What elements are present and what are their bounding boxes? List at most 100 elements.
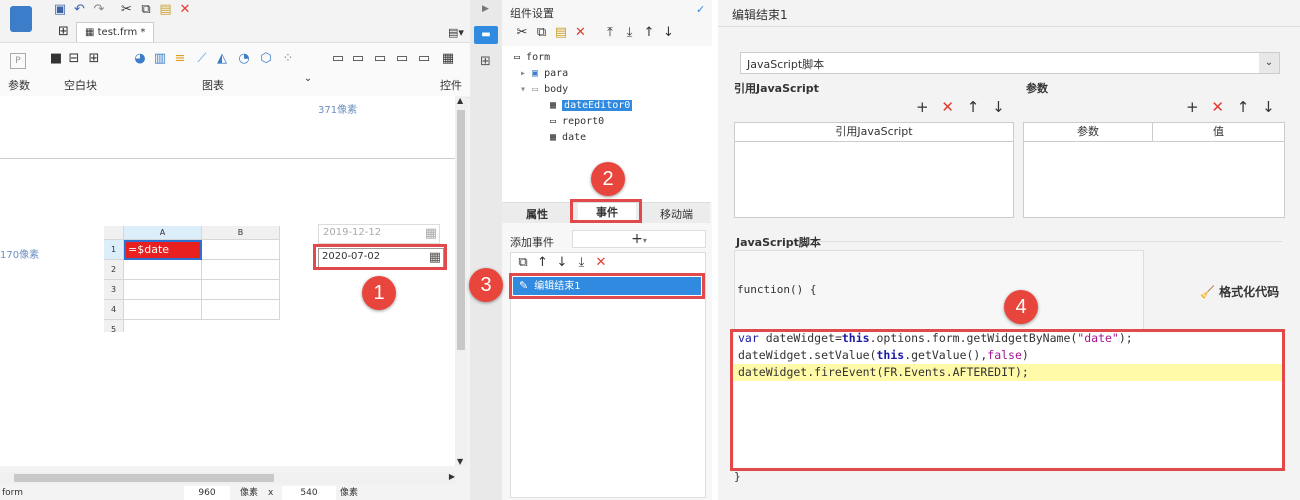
tab-mobile[interactable]: 移动端 [660,206,693,222]
widget-text-icon[interactable]: ▭ [350,51,366,67]
layout-panel-icon[interactable]: ⊞ [480,54,491,69]
cell-a2[interactable] [124,260,202,280]
file-tab[interactable]: ▦ test.frm * [76,22,155,43]
delete-icon[interactable]: ✕ [941,98,954,116]
cell-b1[interactable] [202,240,280,260]
widget-button-icon[interactable]: ▭ [330,51,346,67]
collapse-icon[interactable]: ▾ [520,84,532,95]
move-down-icon[interactable]: ↓ [1262,98,1275,116]
move-up-icon[interactable]: ↑ [1237,98,1250,116]
copy-icon[interactable]: ⧉ [534,25,550,41]
chevron-down-icon[interactable]: ⌄ [1259,53,1279,73]
move-up-icon[interactable]: ↑ [641,25,657,41]
column-chart-icon[interactable]: ≡ [172,51,188,67]
grid-row-4[interactable]: 4 [104,300,124,320]
delete-icon[interactable]: ✕ [1211,98,1224,116]
add-icon[interactable]: + [1186,98,1199,116]
pin-icon[interactable]: ✓ [696,3,705,16]
collapse-arrow-icon[interactable]: ▶ [482,4,489,14]
paste-icon[interactable]: ▤ [158,2,174,18]
expand-icon[interactable]: ▸ [520,68,532,79]
tab-properties[interactable]: 属性 [526,206,548,222]
scroll-thumb-horizontal[interactable] [14,474,274,482]
app-logo-icon[interactable] [10,6,32,32]
delete-icon[interactable]: ✕ [177,2,193,18]
script-type-select[interactable]: JavaScript脚本 ⌄ [740,52,1280,74]
params-table[interactable]: 参数 值 [1023,122,1285,218]
vertical-scrollbar[interactable]: ▲ ▼ [455,96,467,466]
grid-row-3[interactable]: 3 [104,280,124,300]
delete-icon[interactable]: ✕ [573,25,589,41]
add-event-dropdown[interactable]: +▾ [572,230,706,248]
area-chart-icon[interactable]: ◭ [214,51,230,67]
widget-calendar-icon[interactable]: ▦ [440,51,456,67]
move-down-icon[interactable]: ↓ [992,98,1005,116]
redo-icon[interactable]: ↷ [91,2,107,18]
value-col-header[interactable]: 值 [1153,123,1284,142]
component-panel-icon[interactable]: ▬ [474,26,498,44]
width-field[interactable]: 960 [184,486,230,500]
scroll-thumb-vertical[interactable] [457,110,465,350]
save-icon[interactable]: ▣ [52,2,68,18]
line-chart-icon[interactable]: ⟋ [194,51,210,67]
cut-icon[interactable]: ✂ [119,2,135,18]
move-down-icon[interactable]: ↓ [554,255,570,271]
copy-icon[interactable]: ⧉ [138,2,154,18]
format-code-button[interactable]: 🧹 格式化代码 [1200,283,1279,300]
tree-para[interactable]: ▸ ▣ para [520,68,568,79]
ribbon-more-icon[interactable]: ⌄ [300,71,316,87]
move-bottom-icon[interactable]: ⤓ [622,25,638,41]
bar-chart-icon[interactable]: ▥ [152,51,168,67]
widget-list-icon[interactable]: ▭ [416,51,432,67]
add-icon[interactable]: + [916,98,929,116]
grid-col-a[interactable]: A [124,226,202,240]
pie-chart-icon[interactable]: ◕ [132,51,148,67]
delete-icon[interactable]: ✕ [593,255,609,271]
tree-body[interactable]: ▾ ▭ body [520,84,568,95]
param-icon[interactable]: P [10,53,26,69]
ref-js-table[interactable]: 引用JavaScript [734,122,1014,218]
horizontal-scrollbar[interactable]: ▶ [0,472,455,484]
grid-row-2[interactable]: 2 [104,260,124,280]
widget-date-icon[interactable]: ▭ [394,51,410,67]
grid-col-b[interactable]: B [202,226,280,240]
date-widget-placeholder[interactable]: 2019-12-12 ▦ [318,224,440,244]
block-icon-2[interactable]: ⊟ [66,51,82,67]
tree-item-dateeditor0[interactable]: ▦ dateEditor0 [550,100,633,111]
move-top-icon[interactable]: ⤒ [602,25,618,41]
params-col-header[interactable]: 参数 [1024,123,1153,142]
widget-combo-icon[interactable]: ▭ [372,51,388,67]
tree-item-report0[interactable]: ▭ report0 [550,116,604,127]
report-grid[interactable]: A B 1 2 3 4 5 =$date [104,226,280,332]
copy-icon[interactable]: ⧉ [515,255,531,271]
move-down-icon[interactable]: ↓ [661,25,677,41]
cell-b4[interactable] [202,300,280,320]
cell-b3[interactable] [202,280,280,300]
grid-row-1[interactable]: 1 [104,240,124,260]
scroll-down-icon[interactable]: ▼ [457,457,463,466]
paste-icon[interactable]: ▤ [553,25,569,41]
scroll-right-icon[interactable]: ▶ [449,472,455,481]
move-up-icon[interactable]: ↑ [535,255,551,271]
cell-a1[interactable]: =$date [124,240,202,260]
calendar-icon[interactable]: ▦ [425,226,437,241]
tree-root[interactable]: ▭ form [514,52,550,63]
tab-menu-icon[interactable]: ▤▾ [448,26,464,39]
move-bottom-icon[interactable]: ⤓ [574,255,590,271]
cell-a4[interactable] [124,300,202,320]
undo-icon[interactable]: ↶ [72,2,88,18]
scroll-up-icon[interactable]: ▲ [457,96,463,105]
radar-chart-icon[interactable]: ⬡ [258,51,274,67]
block-icon-3[interactable]: ⊞ [86,51,102,67]
gauge-chart-icon[interactable]: ◔ [236,51,252,67]
cell-b2[interactable] [202,260,280,280]
cell-a3[interactable] [124,280,202,300]
cut-icon[interactable]: ✂ [514,25,530,41]
grid-view-icon[interactable]: ⊞ [58,24,69,39]
move-up-icon[interactable]: ↑ [967,98,980,116]
grid-row-5[interactable]: 5 [104,320,124,332]
tree-item-date[interactable]: ▦ date [550,132,586,143]
height-field[interactable]: 540 [282,486,336,500]
block-icon-1[interactable]: ■ [48,51,64,67]
scatter-chart-icon[interactable]: ⁘ [280,51,296,67]
